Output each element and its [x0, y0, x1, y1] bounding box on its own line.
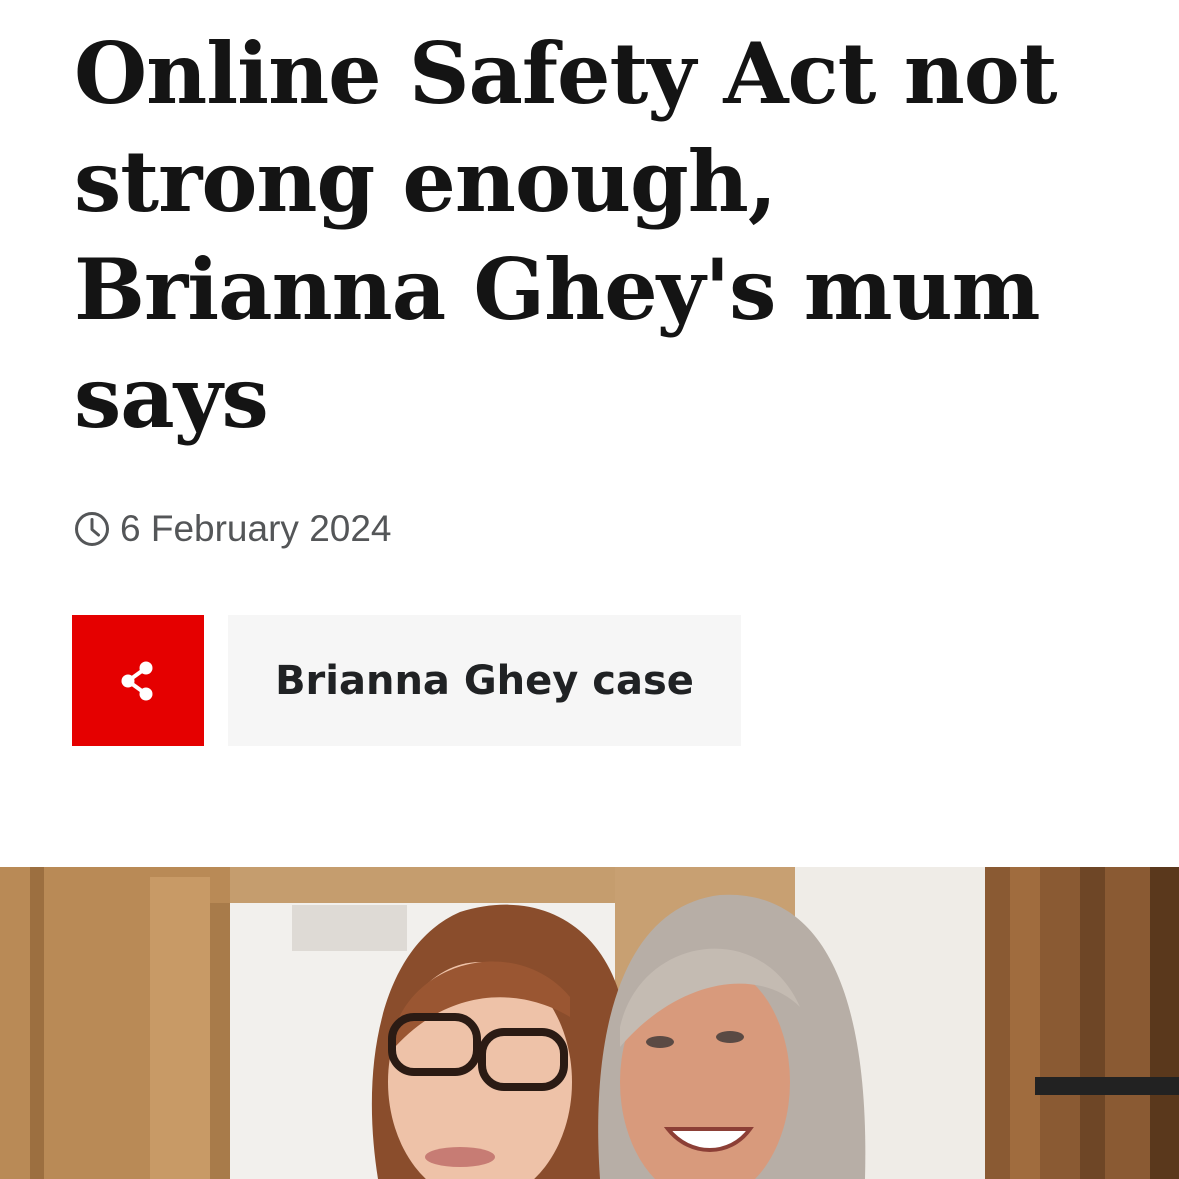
- publish-date-text: 6 February 2024: [120, 508, 392, 549]
- headline-line: strong enough,: [74, 132, 777, 231]
- article-headline: Online Safety Act not strong enough, Bri…: [74, 20, 1154, 452]
- topic-tag-label: Brianna Ghey case: [275, 657, 694, 704]
- article-page: Online Safety Act not strong enough, Bri…: [0, 0, 1179, 1179]
- headline-line: says: [74, 348, 269, 447]
- topic-tag-link[interactable]: Brianna Ghey case: [228, 615, 741, 746]
- headline-line: Brianna Ghey's mum: [74, 240, 1041, 339]
- article-photo: [0, 867, 1179, 1179]
- clock-icon: [75, 512, 109, 546]
- share-button[interactable]: [72, 615, 204, 746]
- headline-line: Online Safety Act not: [74, 24, 1058, 123]
- photo-two-women-smiling: [0, 867, 1179, 1179]
- share-icon: [121, 661, 153, 700]
- publish-date: 6 February 2024: [74, 506, 392, 552]
